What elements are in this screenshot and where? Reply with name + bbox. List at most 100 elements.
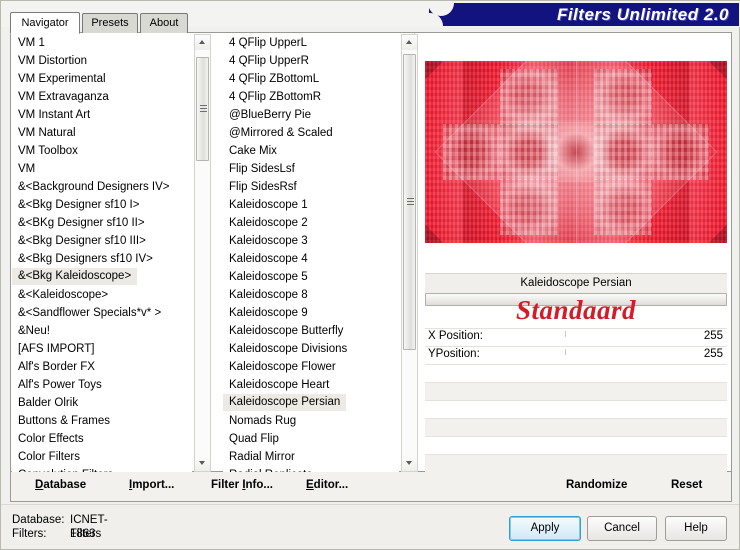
category-item[interactable]: Color Effects <box>12 430 192 448</box>
category-item[interactable]: Color Filters <box>12 448 192 466</box>
filter-item[interactable]: @BlueBerry Pie <box>223 106 399 124</box>
filter-item[interactable]: Kaleidoscope 8 <box>223 286 399 304</box>
filter-item[interactable]: Kaleidoscope 1 <box>223 196 399 214</box>
preset-bar[interactable] <box>425 293 727 306</box>
filter-item[interactable]: 4 QFlip ZBottomL <box>223 70 399 88</box>
category-item[interactable]: [AFS IMPORT] <box>12 340 192 358</box>
category-row[interactable]: VM Experimental <box>12 70 192 88</box>
category-row[interactable]: VM 1 <box>12 34 192 52</box>
parameter-row[interactable]: YPosition: 255 <box>425 346 727 364</box>
filter-row[interactable]: 4 QFlip ZBottomR <box>223 88 399 106</box>
tab-navigator[interactable]: Navigator <box>10 12 80 34</box>
filter-row[interactable]: Kaleidoscope Divisions <box>223 340 399 358</box>
scroll-down-icon[interactable] <box>195 456 210 471</box>
category-item[interactable]: &Neu! <box>12 322 192 340</box>
filter-item[interactable]: Radial Mirror <box>223 448 399 466</box>
category-row[interactable]: VM Toolbox <box>12 142 192 160</box>
category-item[interactable]: Buttons & Frames <box>12 412 192 430</box>
filter-item[interactable]: Quad Flip <box>223 430 399 448</box>
filter-item[interactable]: Kaleidoscope 5 <box>223 268 399 286</box>
filter-row[interactable]: Kaleidoscope Persian <box>223 394 399 412</box>
filter-item[interactable]: Kaleidoscope 3 <box>223 232 399 250</box>
category-item[interactable]: VM 1 <box>12 34 192 52</box>
filter-row[interactable]: Kaleidoscope 8 <box>223 286 399 304</box>
import-button[interactable]: Import... <box>129 479 174 491</box>
category-row[interactable]: &Neu! <box>12 322 192 340</box>
filter-row[interactable]: Kaleidoscope 4 <box>223 250 399 268</box>
filter-row[interactable]: @BlueBerry Pie <box>223 106 399 124</box>
category-row[interactable]: &<BKg Designer sf10 II> <box>12 214 192 232</box>
category-row[interactable]: Color Effects <box>12 430 192 448</box>
category-item[interactable]: &<Bkg Designer sf10 III> <box>12 232 192 250</box>
filter-row[interactable]: Kaleidoscope 3 <box>223 232 399 250</box>
category-row[interactable]: &<Bkg Kaleidoscope> <box>12 268 192 286</box>
filter-row[interactable]: 4 QFlip UpperL <box>223 34 399 52</box>
category-item[interactable]: VM Experimental <box>12 70 192 88</box>
filter-row[interactable]: Cake Mix <box>223 142 399 160</box>
randomize-button[interactable]: Randomize <box>566 479 627 491</box>
category-item[interactable]: &<Background Designers IV> <box>12 178 192 196</box>
category-row[interactable]: VM Instant Art <box>12 106 192 124</box>
apply-button[interactable]: Apply <box>509 516 581 541</box>
category-item[interactable]: &<Sandflower Specials*v* > <box>12 304 192 322</box>
category-row[interactable]: Alf's Border FX <box>12 358 192 376</box>
filter-info-button[interactable]: Filter Info... <box>211 479 273 491</box>
category-item[interactable]: Alf's Power Toys <box>12 376 192 394</box>
category-item[interactable]: &<Bkg Designers sf10 IV> <box>12 250 192 268</box>
filter-item[interactable]: 4 QFlip UpperL <box>223 34 399 52</box>
filter-item[interactable]: 4 QFlip ZBottomR <box>223 88 399 106</box>
category-row[interactable]: [AFS IMPORT] <box>12 340 192 358</box>
category-item[interactable]: VM <box>12 160 192 178</box>
filter-item[interactable]: Kaleidoscope Heart <box>223 376 399 394</box>
filter-item[interactable]: Cake Mix <box>223 142 399 160</box>
category-row[interactable]: &<Bkg Designers sf10 IV> <box>12 250 192 268</box>
filter-item[interactable]: Flip SidesLsf <box>223 160 399 178</box>
database-button[interactable]: Database <box>35 479 86 491</box>
filter-row[interactable]: Kaleidoscope Butterfly <box>223 322 399 340</box>
scrollbar-thumb[interactable] <box>196 57 209 161</box>
category-item[interactable]: VM Extravaganza <box>12 88 192 106</box>
category-item[interactable]: VM Toolbox <box>12 142 192 160</box>
category-row[interactable]: &<Bkg Designer sf10 I> <box>12 196 192 214</box>
filter-row[interactable]: Radial Mirror <box>223 448 399 466</box>
filter-item[interactable]: Kaleidoscope 9 <box>223 304 399 322</box>
filter-row[interactable]: Kaleidoscope 2 <box>223 214 399 232</box>
filter-row[interactable]: Kaleidoscope 5 <box>223 268 399 286</box>
filter-row[interactable]: Kaleidoscope Heart <box>223 376 399 394</box>
category-row[interactable]: Color Filters <box>12 448 192 466</box>
filter-item[interactable]: Nomads Rug <box>223 412 399 430</box>
filter-item[interactable]: Kaleidoscope Flower <box>223 358 399 376</box>
category-row[interactable]: &<Background Designers IV> <box>12 178 192 196</box>
category-item[interactable]: &<BKg Designer sf10 II> <box>12 214 192 232</box>
filter-item[interactable]: 4 QFlip UpperR <box>223 52 399 70</box>
preview-area[interactable] <box>425 34 727 246</box>
filter-item[interactable]: Kaleidoscope Persian <box>223 394 347 411</box>
category-item[interactable]: VM Distortion <box>12 52 192 70</box>
parameter-row[interactable]: X Position: 255 <box>425 328 727 346</box>
filter-row[interactable]: Quad Flip <box>223 430 399 448</box>
category-row[interactable]: &<Bkg Designer sf10 III> <box>12 232 192 250</box>
scroll-up-icon[interactable] <box>195 35 210 50</box>
category-row[interactable]: VM Distortion <box>12 52 192 70</box>
tab-about[interactable]: About <box>140 13 188 33</box>
filter-row[interactable]: Flip SidesRsf <box>223 178 399 196</box>
category-item[interactable]: VM Instant Art <box>12 106 192 124</box>
category-item[interactable]: &<Kaleidoscope> <box>12 286 192 304</box>
scrollbar-thumb[interactable] <box>403 54 416 350</box>
filter-list[interactable]: 4 QFlip UpperL 4 QFlip UpperR 4 QFlip ZBot… <box>223 34 399 472</box>
scroll-up-icon[interactable] <box>402 35 417 50</box>
category-list[interactable]: VM 1 VM Distortion VM Experimental VM Extra… <box>12 34 192 472</box>
category-row[interactable]: VM Natural <box>12 124 192 142</box>
filter-item[interactable]: Kaleidoscope Butterfly <box>223 322 399 340</box>
filter-row[interactable]: Kaleidoscope 1 <box>223 196 399 214</box>
filter-row[interactable]: 4 QFlip ZBottomL <box>223 70 399 88</box>
filter-row[interactable]: Nomads Rug <box>223 412 399 430</box>
filter-item[interactable]: @Mirrored & Scaled <box>223 124 399 142</box>
scroll-down-icon[interactable] <box>402 456 417 471</box>
category-item[interactable]: &<Bkg Designer sf10 I> <box>12 196 192 214</box>
reset-button[interactable]: Reset <box>671 479 702 491</box>
filter-row[interactable]: Kaleidoscope 9 <box>223 304 399 322</box>
preview-image[interactable] <box>425 61 727 243</box>
filter-item[interactable]: Kaleidoscope 2 <box>223 214 399 232</box>
category-item[interactable]: &<Bkg Kaleidoscope> <box>12 268 138 285</box>
